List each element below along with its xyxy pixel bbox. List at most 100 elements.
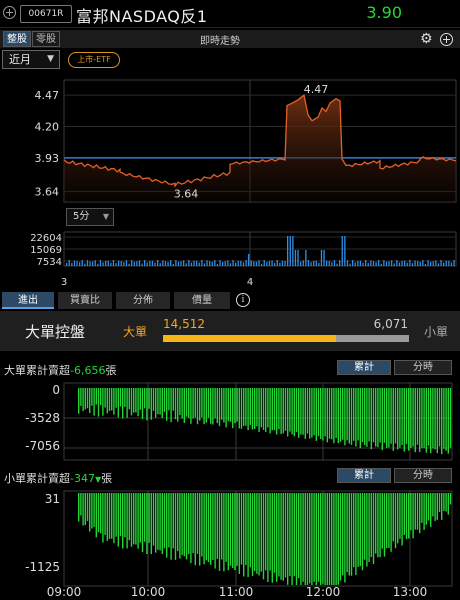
tab-distribution[interactable]: 分佈 [116, 292, 170, 309]
cum-bar [249, 388, 251, 425]
cum-bar [82, 388, 84, 412]
volume-bar [224, 261, 226, 266]
volume-bar [331, 262, 333, 266]
cum-bar [267, 388, 269, 428]
cum-bar [324, 388, 326, 437]
cum-bar [179, 493, 181, 559]
cum-bar [243, 493, 245, 577]
gear-icon[interactable]: ⚙ [420, 31, 433, 47]
volume-bar [102, 262, 104, 266]
add-watchlist-icon[interactable] [3, 6, 16, 19]
tab-price-volume[interactable]: 價量 [174, 292, 230, 309]
cum-bar [157, 493, 159, 550]
cum-bar [216, 493, 218, 559]
volume-bar [107, 260, 109, 266]
cum-bar [434, 493, 436, 521]
volume-bar [235, 262, 237, 266]
cum-bar [361, 388, 364, 442]
cum-bar [161, 493, 163, 555]
volume-bar [315, 260, 317, 266]
cum-bar [247, 388, 249, 431]
analysis-tabs: 進出 買賣比 分佈 價量 i [0, 292, 460, 310]
cum-bar [108, 388, 111, 412]
control-ratio-bar [163, 335, 409, 342]
cum-bar [438, 493, 441, 512]
volume-bar [346, 260, 349, 266]
cum-bar [397, 388, 399, 450]
interval-select[interactable]: 5分 ▼ [66, 208, 114, 226]
volume-bar [305, 250, 307, 266]
small-section-unit: 張 [101, 472, 113, 485]
big-section-unit: 張 [105, 364, 117, 377]
cum-bar [86, 493, 89, 522]
cum-bar [139, 388, 141, 410]
volume-bar [300, 261, 302, 266]
add-icon[interactable] [440, 33, 453, 46]
cum-bar [113, 493, 115, 544]
volume-bar [144, 260, 146, 266]
cum-bar [355, 493, 357, 575]
cum-bar [306, 493, 309, 585]
tab-odd-lot[interactable]: 零股 [32, 31, 60, 47]
volume-bar [396, 260, 398, 266]
cum-bar [342, 493, 344, 576]
cum-bar [289, 388, 291, 432]
big-order-label: 大單 [123, 325, 148, 339]
cum-bar [394, 388, 397, 444]
tab-whole-lot[interactable]: 整股 [3, 31, 31, 47]
cum-bar [135, 493, 137, 545]
cum-bar [124, 493, 126, 538]
volume-bar [115, 263, 117, 266]
cum-bar [210, 493, 212, 565]
volume-bar [284, 260, 286, 266]
cum-bar [201, 493, 203, 557]
cum-bar [322, 388, 324, 441]
big-toggle-cumulative[interactable]: 累計 [337, 360, 391, 375]
cum-bar [119, 388, 122, 407]
period-select[interactable]: 近月 ▼ [2, 50, 60, 69]
cum-bar [137, 493, 139, 549]
volume-y-tick: 15069 [30, 245, 62, 256]
volume-bar [73, 260, 76, 266]
volume-bar [164, 261, 167, 266]
cum-bar [375, 493, 377, 554]
cum-bar [258, 493, 260, 576]
tab-inout[interactable]: 進出 [2, 292, 54, 309]
cum-bar [269, 493, 271, 571]
cum-bar [199, 493, 201, 566]
cum-bar [328, 493, 331, 585]
big-section-label: 大單累計賣超 [4, 364, 70, 377]
cum-bar [174, 388, 177, 420]
volume-bar [378, 260, 380, 266]
volume-bar [437, 263, 440, 266]
cum-bar [111, 493, 113, 539]
cum-bar [229, 493, 232, 566]
cum-bar [260, 388, 262, 428]
cum-bar [377, 388, 379, 448]
cum-bar [168, 493, 170, 548]
cum-bar [139, 493, 141, 543]
cum-bar [284, 493, 287, 578]
volume-bar [203, 263, 206, 266]
volume-bar [336, 263, 338, 266]
info-icon[interactable]: i [236, 293, 250, 307]
cum-bar [397, 493, 399, 544]
cum-y-tick: -3528 [25, 411, 60, 425]
volume-bar [167, 261, 169, 266]
cum-bar [214, 493, 216, 569]
cum-bar [84, 388, 86, 410]
volume-bar [157, 260, 159, 266]
cum-bar [333, 493, 335, 585]
stock-code[interactable]: 00671R [20, 5, 72, 23]
small-toggle-cumulative[interactable]: 累計 [337, 468, 391, 483]
tab-ratio[interactable]: 買賣比 [58, 292, 112, 309]
volume-bar [453, 260, 455, 266]
cum-bar [159, 493, 161, 551]
small-toggle-time[interactable]: 分時 [394, 468, 452, 483]
cum-bar [295, 388, 298, 432]
cum-bar [280, 493, 282, 580]
volume-bar [68, 260, 70, 266]
cum-bar [227, 388, 229, 422]
volume-bar [281, 260, 284, 266]
big-toggle-time[interactable]: 分時 [394, 360, 452, 375]
